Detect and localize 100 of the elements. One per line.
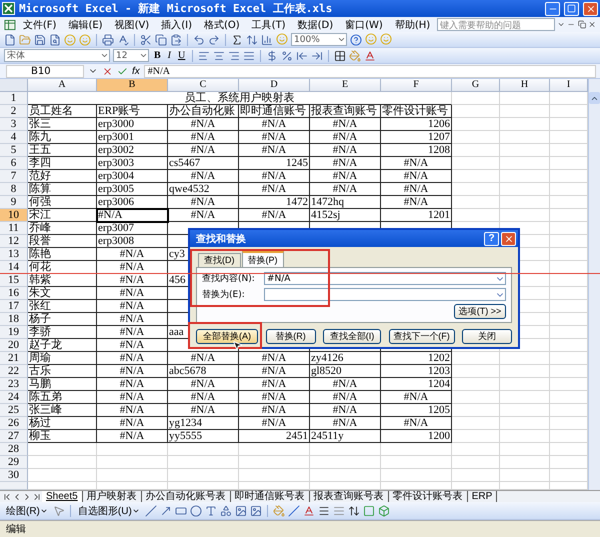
table-cell: erp3002 bbox=[97, 144, 168, 157]
column-header[interactable]: A bbox=[28, 79, 97, 92]
text-style-button[interactable]: I bbox=[166, 50, 174, 61]
menu-item[interactable]: 帮助(H) bbox=[390, 18, 436, 32]
row-header[interactable]: 2 bbox=[0, 105, 28, 118]
column-header[interactable]: I bbox=[550, 79, 588, 92]
menu-item[interactable]: 工具(T) bbox=[246, 18, 291, 32]
menu-item[interactable]: 数据(D) bbox=[292, 18, 338, 32]
font-dropdown[interactable]: 宋体 bbox=[4, 49, 110, 62]
row-header[interactable]: 4 bbox=[0, 131, 28, 144]
table-cell: 办公自动化账 bbox=[168, 105, 239, 118]
table-cell: #N/A bbox=[310, 404, 381, 417]
row-header[interactable]: 23 bbox=[0, 378, 28, 391]
column-header[interactable]: G bbox=[452, 79, 500, 92]
row-header[interactable]: 24 bbox=[0, 391, 28, 404]
table-cell: #N/A bbox=[239, 404, 310, 417]
autoshapes-menu-button[interactable]: 自选图形(U) bbox=[76, 504, 142, 518]
table-cell: #N/A bbox=[381, 183, 452, 196]
row-header[interactable]: 1 bbox=[0, 92, 28, 105]
table-cell: #N/A bbox=[381, 157, 452, 170]
row-header[interactable]: 25 bbox=[0, 404, 28, 417]
table-cell: #N/A bbox=[310, 378, 381, 391]
column-header[interactable]: E bbox=[310, 79, 381, 92]
menu-item[interactable]: 窗口(W) bbox=[340, 18, 388, 32]
font-size-dropdown[interactable]: 12 bbox=[113, 49, 149, 62]
row-header[interactable]: 7 bbox=[0, 170, 28, 183]
row-header[interactable]: 6 bbox=[0, 157, 28, 170]
column-header[interactable]: D bbox=[239, 79, 310, 92]
table-cell: #N/A bbox=[97, 248, 168, 261]
dialog-tab[interactable]: 查找(D) bbox=[198, 253, 240, 267]
table-cell: yg1234 bbox=[168, 417, 239, 430]
table-cell: 杨子 bbox=[28, 313, 97, 326]
row-header[interactable]: 13 bbox=[0, 248, 28, 261]
row-header[interactable]: 22 bbox=[0, 365, 28, 378]
menu-item[interactable]: 插入(I) bbox=[156, 18, 197, 32]
table-cell: 1245 bbox=[239, 157, 310, 170]
insert-function-button[interactable]: fx bbox=[132, 66, 140, 76]
table-cell: 报表查询账号 bbox=[310, 105, 381, 118]
row-header[interactable]: 14 bbox=[0, 261, 28, 274]
table-cell: 1472hq bbox=[310, 196, 381, 209]
table-cell: 何强 bbox=[28, 196, 97, 209]
table-cell: 1472 bbox=[239, 196, 310, 209]
name-box[interactable]: B10 bbox=[6, 64, 84, 78]
table-cell: #N/A bbox=[310, 157, 381, 170]
table-cell: #N/A bbox=[239, 391, 310, 404]
row-header[interactable]: 17 bbox=[0, 300, 28, 313]
row-header[interactable]: 16 bbox=[0, 287, 28, 300]
draw-menu-button[interactable]: 绘图(R) bbox=[4, 504, 50, 518]
row-header[interactable]: 28 bbox=[0, 443, 28, 456]
dialog-button[interactable]: 关闭 bbox=[462, 329, 512, 344]
table-cell: #N/A bbox=[239, 144, 310, 157]
dialog-button[interactable]: 替换(R) bbox=[266, 329, 316, 344]
formula-field[interactable]: #N/A bbox=[144, 64, 596, 78]
help-button[interactable]: ? bbox=[484, 232, 499, 246]
row-header[interactable]: 27 bbox=[0, 430, 28, 443]
row-header[interactable]: 5 bbox=[0, 144, 28, 157]
row-header[interactable]: 11 bbox=[0, 222, 28, 235]
row-header[interactable]: 30 bbox=[0, 469, 28, 482]
column-header[interactable]: H bbox=[500, 79, 550, 92]
row-header[interactable]: 29 bbox=[0, 456, 28, 469]
menu-item[interactable]: 视图(V) bbox=[110, 18, 154, 32]
table-cell: 范好 bbox=[28, 170, 97, 183]
row-header[interactable]: 9 bbox=[0, 196, 28, 209]
table-cell: #N/A bbox=[97, 326, 168, 339]
text-style-button[interactable]: B bbox=[152, 50, 163, 61]
column-header[interactable]: F bbox=[381, 79, 452, 92]
row-header[interactable]: 20 bbox=[0, 339, 28, 352]
table-cell: erp3005 bbox=[97, 183, 168, 196]
column-header[interactable]: B bbox=[97, 79, 168, 92]
table-cell: #N/A bbox=[168, 378, 239, 391]
table-cell: 张三峰 bbox=[28, 404, 97, 417]
row-header[interactable]: 8 bbox=[0, 183, 28, 196]
sheet-tab[interactable]: Sheet5 bbox=[42, 490, 83, 502]
dialog-tab[interactable]: 替换(P) bbox=[242, 251, 284, 267]
column-header[interactable]: C bbox=[168, 79, 239, 92]
row-header[interactable]: 12 bbox=[0, 235, 28, 248]
row-header[interactable]: 15 bbox=[0, 274, 28, 287]
combo-field[interactable]: #N/A bbox=[264, 272, 506, 285]
menu-item[interactable]: 文件(F) bbox=[18, 18, 62, 32]
help-search-field[interactable]: 键入需要帮助的问题 bbox=[437, 18, 556, 31]
row-header[interactable]: 18 bbox=[0, 313, 28, 326]
table-cell: 马鹏 bbox=[28, 378, 97, 391]
menu-item[interactable]: 编辑(E) bbox=[63, 18, 108, 32]
zoom-dropdown[interactable]: 100% bbox=[291, 33, 348, 46]
table-cell: 王五 bbox=[28, 144, 97, 157]
menu-item[interactable]: 格式(O) bbox=[198, 18, 245, 32]
dialog-button[interactable]: 全部替换(A) bbox=[196, 329, 258, 344]
table-cell: #N/A bbox=[310, 183, 381, 196]
dialog-button[interactable]: 查找全部(I) bbox=[323, 329, 381, 344]
text-style-button[interactable]: U bbox=[176, 50, 188, 61]
row-header[interactable]: 19 bbox=[0, 326, 28, 339]
table-cell: #N/A bbox=[97, 404, 168, 417]
options-button[interactable]: 选项(T) >> bbox=[454, 304, 506, 319]
dialog-button[interactable]: 查找下一个(F) bbox=[388, 329, 454, 344]
table-cell: 乔峰 bbox=[28, 222, 97, 235]
row-header[interactable]: 3 bbox=[0, 118, 28, 131]
table-cell: #N/A bbox=[168, 391, 239, 404]
row-header[interactable]: 21 bbox=[0, 352, 28, 365]
row-header[interactable]: 10 bbox=[0, 209, 28, 222]
row-header[interactable]: 26 bbox=[0, 417, 28, 430]
